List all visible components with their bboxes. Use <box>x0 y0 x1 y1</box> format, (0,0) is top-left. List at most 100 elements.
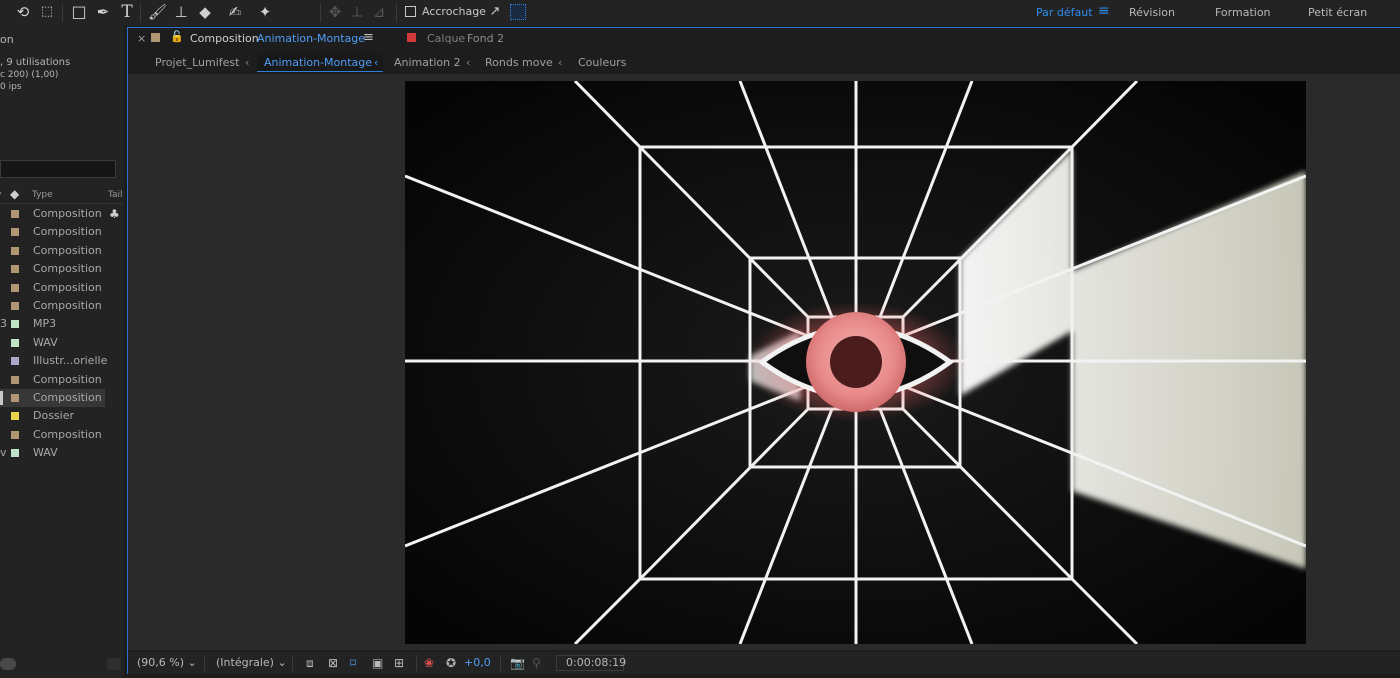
project-item-label: 3 <box>0 317 7 331</box>
project-item-row[interactable]: Composition <box>0 223 124 241</box>
composition-frame[interactable] <box>405 81 1306 644</box>
project-search-input[interactable] <box>0 160 116 178</box>
breadcrumb-item[interactable]: Projet_Lumifest <box>155 56 239 69</box>
project-item-row[interactable]: Dossier <box>0 407 124 425</box>
workspace-default[interactable]: Par défaut <box>1036 6 1093 19</box>
project-item-row[interactable]: Composition <box>0 297 124 315</box>
composition-tab-prefix: Composition <box>190 32 259 45</box>
project-item-row[interactable]: Composition <box>0 389 105 407</box>
snapping-checkbox[interactable] <box>405 6 416 17</box>
eraser-tool-icon[interactable]: ◆ <box>196 3 214 21</box>
label-color-swatch[interactable] <box>11 338 19 347</box>
close-tab-icon[interactable]: × <box>137 32 146 45</box>
rotate-tool-icon[interactable]: ⟲ <box>14 3 32 21</box>
layer-color-swatch <box>407 33 416 42</box>
tab-composition-name[interactable]: Animation-Montage <box>257 32 365 45</box>
project-item-type: Composition <box>33 207 102 220</box>
view-axis-mode-icon[interactable]: ⊿ <box>370 3 388 21</box>
project-item-row[interactable]: v WAV <box>0 444 124 462</box>
label-color-swatch[interactable] <box>11 394 19 402</box>
panel-menu-icon[interactable]: ≡ <box>363 30 374 45</box>
snap-options-icon[interactable]: ↗ <box>486 3 504 21</box>
snap-target-icon[interactable] <box>510 4 526 20</box>
label-color-swatch[interactable] <box>11 228 19 237</box>
camera-tool-icon[interactable]: ⬚ <box>38 3 56 21</box>
breadcrumb-item[interactable]: Animation 2 <box>394 56 461 69</box>
composition-color-swatch <box>151 33 160 42</box>
workspace-revision[interactable]: Révision <box>1129 6 1175 19</box>
toolbar-divider <box>320 4 321 22</box>
panel-scrollbar[interactable] <box>0 658 16 670</box>
project-item-type: Composition <box>33 299 102 312</box>
label-color-swatch[interactable] <box>11 265 19 274</box>
project-item-row[interactable]: Composition <box>0 279 124 297</box>
project-item-type: Composition <box>33 427 102 441</box>
transparency-grid-icon[interactable]: ⊠ <box>328 655 338 671</box>
reset-exposure-icon[interactable]: ✪ <box>446 655 456 671</box>
project-item-type: WAV <box>33 446 58 460</box>
label-color-swatch[interactable] <box>11 430 19 439</box>
label-color-swatch[interactable] <box>11 449 19 458</box>
zoom-dropdown[interactable]: (90,6 %) ⌄ <box>137 655 197 671</box>
label-color-swatch[interactable] <box>11 320 19 329</box>
project-item-type: Composition <box>33 225 102 239</box>
breadcrumb-item-active[interactable]: Animation-Montage <box>264 56 372 69</box>
clone-stamp-tool-icon[interactable]: ⊥ <box>172 3 190 21</box>
pen-tool-icon[interactable]: ✒ <box>94 3 112 21</box>
project-item-label: v <box>0 446 7 460</box>
label-color-swatch[interactable] <box>11 246 19 255</box>
project-info-line: 0 ips <box>0 82 22 92</box>
project-info-line: , 9 utilisations <box>0 57 71 68</box>
breadcrumb-item[interactable]: Couleurs <box>578 56 626 69</box>
project-item-type: Composition <box>33 391 102 404</box>
label-color-swatch[interactable] <box>11 283 19 292</box>
workspace-formation[interactable]: Formation <box>1215 6 1271 19</box>
region-of-interest-icon[interactable]: ▣ <box>372 655 383 671</box>
project-item-row[interactable]: 3 MP3 <box>0 315 124 333</box>
rectangle-tool-icon[interactable]: □ <box>70 3 88 21</box>
world-axis-mode-icon[interactable]: ⟂ <box>348 3 366 21</box>
label-color-swatch[interactable] <box>11 375 19 384</box>
roto-brush-tool-icon[interactable]: ✍ <box>226 3 244 21</box>
lock-icon[interactable]: 🔓 <box>170 30 184 43</box>
tab-layer-name[interactable]: Fond 2 <box>467 32 504 45</box>
project-item-type: WAV <box>33 335 58 349</box>
breadcrumb-item[interactable]: Ronds move <box>485 56 553 69</box>
mask-visibility-icon[interactable]: ⌑ <box>350 655 356 671</box>
flowchart-icon[interactable]: ♣ <box>109 207 120 221</box>
puppet-pin-tool-icon[interactable]: ✦ <box>256 3 274 21</box>
breadcrumb-chevron-icon: ‹ <box>558 56 563 69</box>
workspace-menu-icon[interactable]: ≡ <box>1098 3 1110 19</box>
panel-resize-handle[interactable] <box>107 658 121 670</box>
project-item-row[interactable]: Composition <box>0 260 124 278</box>
brush-tool-icon[interactable]: 🖌 <box>148 3 167 21</box>
project-item-row[interactable]: WAV <box>0 334 124 352</box>
fast-preview-icon[interactable]: ⧈ <box>306 655 314 671</box>
project-item-row[interactable]: Illustr...orielle <box>0 352 124 370</box>
color-channels-icon[interactable]: ❀ <box>424 655 434 671</box>
exposure-value[interactable]: +0,0 <box>464 655 491 671</box>
column-size[interactable]: Tail <box>108 190 123 200</box>
label-color-swatch[interactable] <box>11 210 19 218</box>
project-item-row[interactable]: Composition <box>0 426 124 444</box>
resolution-dropdown[interactable]: (Intégrale) ⌄ <box>216 655 287 671</box>
snapping-label: Accrochage <box>422 5 486 18</box>
toolbar-divider <box>396 4 397 22</box>
current-timecode[interactable]: 0:00:08:19 <box>566 655 626 671</box>
show-snapshot-icon[interactable]: ⚲ <box>532 655 541 671</box>
local-axis-mode-icon[interactable]: ✥ <box>326 3 344 21</box>
eye-tunnel-artwork <box>405 81 1306 644</box>
sort-arrow-icon[interactable]: › <box>0 188 2 199</box>
project-item-row[interactable]: Composition <box>0 205 124 223</box>
label-color-swatch[interactable] <box>11 412 19 421</box>
label-color-swatch[interactable] <box>11 302 19 310</box>
grid-guides-icon[interactable]: ⊞ <box>394 655 404 671</box>
label-tag-icon[interactable]: ◆ <box>10 187 19 201</box>
column-type[interactable]: Type <box>32 190 53 200</box>
snapshot-camera-icon[interactable]: 📷 <box>510 655 525 671</box>
project-item-row[interactable]: Composition <box>0 371 124 389</box>
label-color-swatch[interactable] <box>11 357 19 366</box>
text-tool-icon[interactable]: T <box>118 3 136 21</box>
project-item-row[interactable]: Composition <box>0 242 124 260</box>
workspace-small-screen[interactable]: Petit écran <box>1308 6 1367 19</box>
